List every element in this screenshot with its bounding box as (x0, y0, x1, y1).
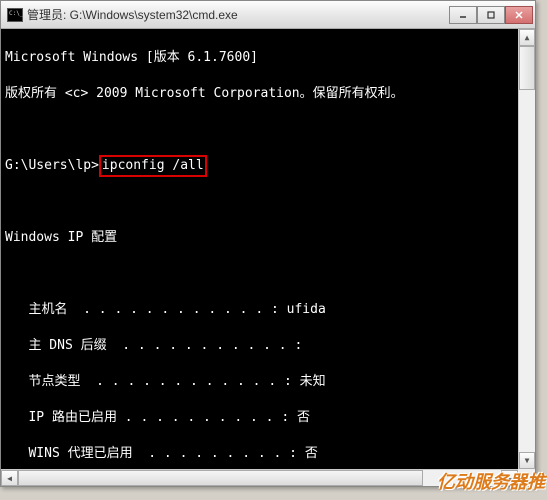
window-controls (449, 6, 533, 24)
scroll-thumb-v[interactable] (519, 46, 535, 90)
iprouting-value: 否 (297, 410, 310, 425)
row-dns-suffix: 主 DNS 后缀 . . . . . . . . . . . : (5, 337, 531, 355)
blank (5, 265, 531, 283)
close-button[interactable] (505, 6, 533, 24)
horizontal-scrollbar[interactable]: ◀ ▶ (1, 469, 518, 486)
blank (5, 121, 531, 139)
cmd-window: 管理员: G:\Windows\system32\cmd.exe Microso… (0, 0, 536, 487)
window-title: 管理员: G:\Windows\system32\cmd.exe (27, 6, 449, 23)
row-nodetype: 节点类型 . . . . . . . . . . . . : 未知 (5, 373, 531, 391)
row-hostname: 主机名 . . . . . . . . . . . . : ufida (5, 301, 531, 319)
cmd-icon (7, 8, 23, 22)
row-iprouting: IP 路由已启用 . . . . . . . . . . : 否 (5, 409, 531, 427)
blank (5, 193, 531, 211)
terminal-output[interactable]: Microsoft Windows [版本 6.1.7600] 版权所有 <c>… (1, 29, 535, 486)
maximize-button[interactable] (477, 6, 505, 24)
header-line-1: Microsoft Windows [版本 6.1.7600] (5, 49, 531, 67)
minimize-icon (458, 10, 468, 20)
command-highlight: ipconfig /all (99, 155, 207, 177)
section-ipconfig: Windows IP 配置 (5, 229, 531, 247)
prompt-line: G:\Users\lp>ipconfig /all (5, 157, 531, 175)
vertical-scrollbar[interactable]: ▲ ▼ (518, 29, 535, 469)
minimize-button[interactable] (449, 6, 477, 24)
command-text: ipconfig /all (102, 158, 204, 173)
prompt-path: G:\Users\lp> (5, 158, 99, 173)
row-wins: WINS 代理已启用 . . . . . . . . . : 否 (5, 445, 531, 463)
titlebar[interactable]: 管理员: G:\Windows\system32\cmd.exe (1, 1, 535, 29)
maximize-icon (486, 10, 496, 20)
wins-value: 否 (305, 446, 318, 461)
scroll-down-button[interactable]: ▼ (519, 452, 535, 469)
header-line-2: 版权所有 <c> 2009 Microsoft Corporation。保留所有… (5, 85, 531, 103)
scrollbar-corner (518, 469, 535, 486)
scroll-left-button[interactable]: ◀ (1, 470, 18, 486)
nodetype-value: 未知 (300, 374, 326, 389)
close-icon (514, 10, 524, 20)
scroll-thumb-h[interactable] (18, 470, 423, 486)
hostname-value: ufida (287, 302, 326, 317)
scroll-right-button[interactable]: ▶ (501, 470, 518, 486)
scroll-up-button[interactable]: ▲ (519, 29, 535, 46)
